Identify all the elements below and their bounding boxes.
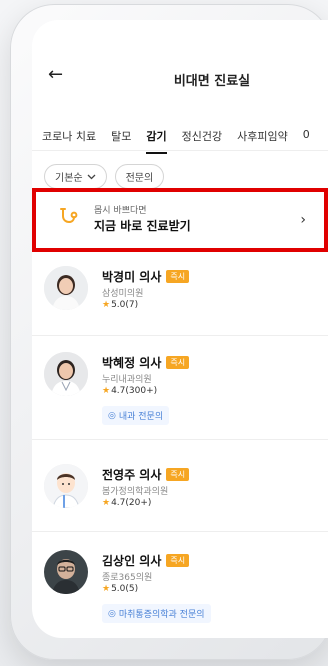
filter-bar: 기본순 전문의: [44, 164, 165, 189]
page-title: 비대면 진료실: [173, 74, 251, 89]
specialty-tag: ◎ 내과 전문의: [102, 406, 170, 425]
banner-subtitle: 몹시 바쁘다면: [94, 206, 147, 216]
stethoscope-icon: [60, 208, 78, 224]
sort-dropdown[interactable]: 기본순: [44, 164, 107, 189]
tab-corona[interactable]: 코로나 치료: [42, 128, 96, 144]
tab-cold[interactable]: 감기: [146, 128, 167, 154]
hospital-name: 종로365의원: [102, 573, 153, 583]
tab-divider: [32, 150, 328, 151]
instant-consult-banner[interactable]: 몹시 바쁘다면 지금 바로 진료받기 ›: [32, 188, 328, 252]
chevron-down-icon: [87, 174, 96, 179]
ribbon-icon: ◎: [108, 608, 116, 619]
specialty-label: 내과 전문의: [118, 412, 164, 422]
ribbon-icon: ◎: [108, 410, 116, 421]
tab-more[interactable]: 0: [303, 128, 310, 144]
instant-badge: 즉시: [166, 554, 190, 567]
banner-title: 지금 바로 진료받기: [94, 219, 191, 233]
instant-badge: 즉시: [166, 356, 190, 369]
avatar: [44, 266, 88, 310]
chevron-right-icon: ›: [300, 212, 306, 228]
specialist-label: 전문의: [125, 173, 154, 184]
instant-badge: 즉시: [166, 270, 190, 283]
star-icon: ★: [102, 584, 111, 594]
doctor-card[interactable]: 전영주 의사 즉시 봄가정의학과의원 ★4.7(20+): [32, 440, 328, 532]
hospital-name: 삼성미의원: [102, 289, 144, 299]
specialty-tag: ◎ 마취통증의학과 전문의: [102, 604, 211, 623]
tab-hair-loss[interactable]: 탈모: [111, 128, 131, 144]
instant-badge: 즉시: [166, 468, 190, 481]
avatar: [44, 464, 88, 508]
hospital-name: 누리내과의원: [102, 375, 152, 385]
specialty-label: 마취통증의학과 전문의: [118, 610, 205, 620]
rating-value: 5.0(5): [111, 584, 139, 594]
sort-label: 기본순: [55, 173, 83, 184]
tab-mental-health[interactable]: 정신건강: [182, 128, 222, 144]
rating-value: 4.7(20+): [111, 498, 152, 508]
doctor-card[interactable]: 김상인 의사 즉시 종로365의원 ★5.0(5) ◎ 마취통증의학과 전문의: [32, 532, 328, 638]
tab-contraception[interactable]: 사후피임약: [237, 128, 288, 144]
category-tabs: 코로나 치료 탈모 감기 정신건강 사후피임약 0: [42, 128, 310, 154]
specialist-filter[interactable]: 전문의: [114, 164, 165, 189]
doctor-card[interactable]: 박경미 의사 즉시 삼성미의원 ★5.0(7): [32, 252, 328, 336]
star-icon: ★: [102, 498, 111, 508]
doctor-name: 박혜정 의사: [102, 356, 162, 370]
star-icon: ★: [102, 300, 111, 310]
app-screen: ← 비대면 진료실 코로나 치료 탈모 감기 정신건강 사후피임약 0 기본순 …: [32, 20, 328, 638]
header: ← 비대면 진료실: [32, 20, 328, 90]
rating-value: 5.0(7): [111, 300, 139, 310]
doctor-card[interactable]: 박혜정 의사 즉시 누리내과의원 ★4.7(300+) ◎ 내과 전문의: [32, 336, 328, 440]
rating-value: 4.7(300+): [111, 386, 158, 396]
star-icon: ★: [102, 386, 111, 396]
doctor-name: 전영주 의사: [102, 468, 162, 482]
hospital-name: 봄가정의학과의원: [102, 487, 169, 497]
doctor-name: 박경미 의사: [102, 270, 162, 284]
avatar: [44, 550, 88, 594]
avatar: [44, 352, 88, 396]
doctor-name: 김상인 의사: [102, 554, 162, 568]
